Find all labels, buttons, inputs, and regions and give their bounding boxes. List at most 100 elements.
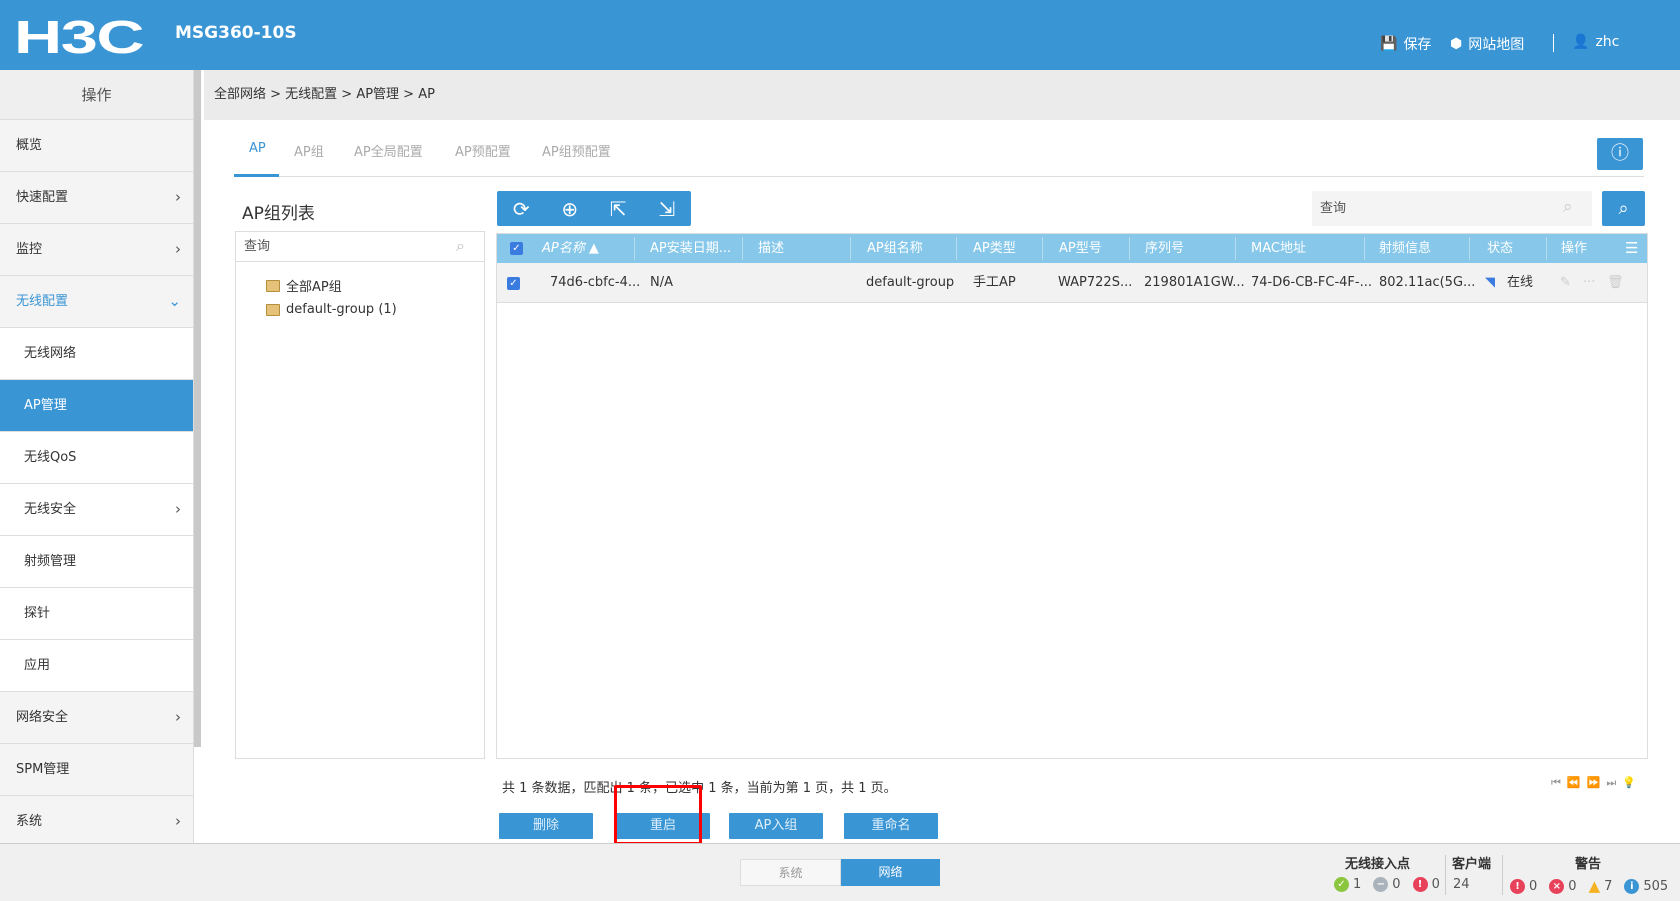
sidebar-item-monitor[interactable]: 监控 › bbox=[0, 224, 193, 276]
search-filter-icon: ⌕ bbox=[1618, 198, 1629, 219]
sitemap-button[interactable]: ⬢ 网站地图 bbox=[1450, 34, 1524, 54]
sidebar-item-application[interactable]: 应用 bbox=[0, 640, 193, 692]
col-radio[interactable]: 射频信息 bbox=[1379, 234, 1431, 263]
sidebar-item-probe[interactable]: 探针 bbox=[0, 588, 193, 640]
table-row[interactable]: ✓ 74d6-cbfc-4... N/A default-group 手工AP … bbox=[497, 263, 1647, 303]
label: 系统 bbox=[16, 814, 43, 829]
add-icon[interactable]: ⊕ bbox=[561, 197, 578, 221]
col-description[interactable]: 描述 bbox=[758, 234, 784, 263]
sort-asc-icon: ▲ bbox=[588, 241, 599, 256]
label: 网络安全 bbox=[16, 710, 69, 725]
next-page-icon[interactable]: ⏩ bbox=[1587, 776, 1607, 789]
import-icon[interactable]: ⇱ bbox=[610, 197, 627, 221]
cell-serial: 219801A1GW... bbox=[1144, 275, 1245, 290]
sidebar-item-network-security[interactable]: 网络安全 › bbox=[0, 692, 193, 744]
rename-button[interactable]: 重命名 bbox=[844, 813, 938, 839]
folder-icon bbox=[266, 279, 280, 292]
col-serial[interactable]: 序列号 bbox=[1145, 234, 1184, 263]
col-ap-type[interactable]: AP类型 bbox=[973, 234, 1016, 263]
col-install-date[interactable]: AP安装日期... bbox=[650, 234, 731, 263]
sidebar-item-quick-config[interactable]: 快速配置 › bbox=[0, 172, 193, 224]
cube-icon: ⬢ bbox=[1450, 36, 1463, 52]
first-page-icon[interactable]: ⏮ bbox=[1551, 776, 1567, 789]
cell-install-date: N/A bbox=[650, 275, 673, 290]
critical-icon: ! bbox=[1510, 878, 1525, 894]
col-mac[interactable]: MAC地址 bbox=[1251, 234, 1306, 263]
sidebar-item-wireless-qos[interactable]: 无线QoS bbox=[0, 432, 193, 484]
cell-ap-name[interactable]: 74d6-cbfc-4... bbox=[550, 263, 640, 303]
seg-network[interactable]: 网络 bbox=[841, 859, 940, 886]
col-status[interactable]: 状态 bbox=[1487, 234, 1513, 263]
sidebar-item-spm[interactable]: SPM管理 bbox=[0, 744, 193, 796]
col-group-name[interactable]: AP组名称 bbox=[867, 234, 923, 263]
sidebar-item-radio[interactable]: 射频管理 bbox=[0, 536, 193, 588]
sidebar-item-system[interactable]: 系统 › bbox=[0, 796, 193, 848]
divider bbox=[1445, 855, 1446, 895]
sidebar-item-wireless-security[interactable]: 无线安全 › bbox=[0, 484, 193, 536]
edit-icon[interactable]: ✎ bbox=[1560, 263, 1571, 303]
tree-node-default-group[interactable]: default-group (1) bbox=[266, 302, 397, 317]
tab-ap-global[interactable]: AP全局配置 bbox=[354, 141, 423, 160]
sidebar-item-wireless-config[interactable]: 无线配置 ⌄ bbox=[0, 276, 193, 328]
last-page-icon[interactable]: ⏭ bbox=[1606, 776, 1622, 789]
sidebar-item-ap-management[interactable]: AP管理 bbox=[0, 380, 193, 432]
export-icon[interactable]: ⇲ bbox=[658, 197, 675, 221]
sidebar-item-overview[interactable]: 概览 bbox=[0, 120, 193, 172]
label: 应用 bbox=[24, 658, 51, 673]
delete-button[interactable]: 删除 bbox=[499, 813, 593, 839]
label: 监控 bbox=[16, 242, 43, 257]
table-toolbar: ⟳ ⊕ ⇱ ⇲ bbox=[497, 191, 691, 226]
label: 快速配置 bbox=[16, 190, 69, 205]
client-count[interactable]: 24 bbox=[1453, 877, 1470, 892]
cell-radio: 802.11ac(5G... bbox=[1379, 275, 1476, 290]
tab-ap-group-preconfig[interactable]: AP组预配置 bbox=[542, 141, 611, 160]
user-menu[interactable]: 👤 zhc bbox=[1572, 34, 1619, 50]
col-actions: 操作 bbox=[1561, 241, 1588, 256]
folder-icon bbox=[266, 303, 280, 316]
alarm-stats[interactable]: ! 0 × 0 ▲ 7 i 505 bbox=[1510, 877, 1668, 895]
save-label: 保存 bbox=[1403, 37, 1432, 53]
chevron-down-icon: ⌄ bbox=[168, 292, 181, 310]
prev-page-icon[interactable]: ⏪ bbox=[1567, 776, 1587, 789]
add-to-group-button[interactable]: AP入组 bbox=[729, 813, 823, 839]
tree-node-all-groups[interactable]: 全部AP组 bbox=[266, 276, 342, 295]
refresh-icon[interactable]: ⟳ bbox=[513, 197, 530, 221]
delete-icon[interactable]: 🗑 bbox=[1607, 263, 1624, 303]
save-button[interactable]: 💾 保存 bbox=[1380, 34, 1431, 54]
select-all-checkbox[interactable]: ✓ bbox=[510, 242, 523, 255]
ap-stats[interactable]: ✓ 1 −0 ! 0 bbox=[1334, 877, 1440, 892]
chevron-right-icon: › bbox=[175, 708, 181, 726]
divider bbox=[1502, 855, 1503, 895]
sidebar-title: 操作 bbox=[0, 70, 193, 120]
sidebar-item-wireless-network[interactable]: 无线网络 bbox=[0, 328, 193, 380]
chevron-right-icon: › bbox=[175, 188, 181, 206]
group-search-input[interactable]: 查询 bbox=[236, 232, 484, 262]
search-icon: ⌕ bbox=[1563, 197, 1573, 217]
help-button[interactable]: ⓘ bbox=[1597, 138, 1643, 170]
chevron-right-icon: › bbox=[175, 240, 181, 258]
label: 射频管理 bbox=[24, 554, 77, 569]
help-icon: ⓘ bbox=[1611, 143, 1629, 164]
tab-ap[interactable]: AP bbox=[249, 141, 266, 156]
alarm-stat-title: 警告 bbox=[1575, 857, 1602, 872]
column-menu-icon[interactable]: ☰ bbox=[1625, 234, 1638, 263]
error-icon: ! bbox=[1412, 877, 1428, 892]
tab-ap-group[interactable]: AP组 bbox=[294, 141, 324, 160]
sidebar: 操作 概览 快速配置 › 监控 › 无线配置 ⌄ 无线网络 AP管理 无线QoS 无线… bbox=[0, 70, 194, 848]
search-input[interactable]: 查询 bbox=[1312, 191, 1592, 226]
tip-bulb-icon[interactable]: 💡 bbox=[1622, 776, 1642, 789]
col-ap-model[interactable]: AP型号 bbox=[1059, 234, 1102, 263]
ok-icon: ✓ bbox=[1334, 877, 1349, 892]
search-icon[interactable]: ⌕ bbox=[456, 236, 465, 256]
divider bbox=[1553, 34, 1554, 52]
advanced-search-button[interactable]: ⌕ bbox=[1602, 191, 1645, 226]
row-checkbox[interactable]: ✓ bbox=[507, 277, 520, 290]
label: 无线安全 bbox=[24, 502, 77, 517]
more-icon[interactable]: ··· bbox=[1583, 263, 1595, 303]
ap-offline: 0 bbox=[1392, 877, 1401, 892]
seg-system[interactable]: 系统 bbox=[740, 859, 841, 886]
label: 无线配置 bbox=[16, 294, 69, 309]
col-ap-name[interactable]: AP名称 ▲ bbox=[542, 234, 599, 263]
tab-ap-preconfig[interactable]: AP预配置 bbox=[455, 141, 511, 160]
sidebar-scrollbar[interactable] bbox=[194, 70, 201, 747]
